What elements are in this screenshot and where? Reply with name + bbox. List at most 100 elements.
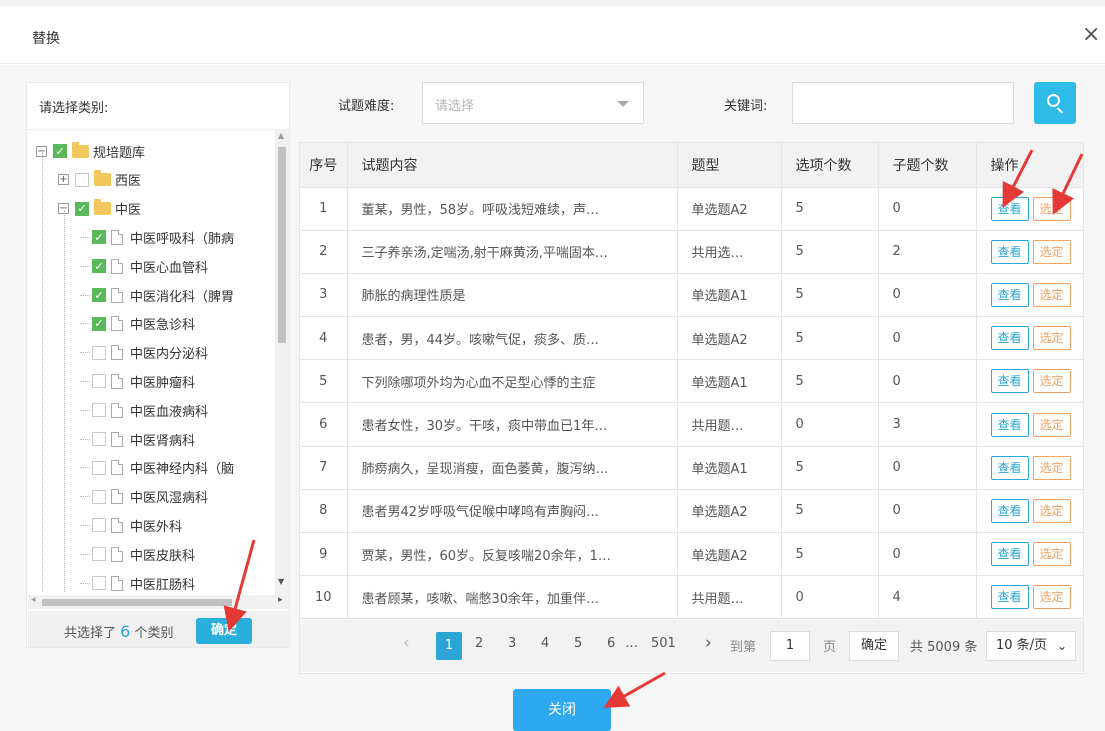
- checkbox[interactable]: [92, 576, 106, 590]
- scroll-right-icon[interactable]: ▸: [278, 595, 283, 605]
- prev-page-icon[interactable]: ‹: [403, 633, 410, 653]
- tree-connector: [80, 496, 90, 498]
- tree-node[interactable]: 中医肛肠科: [80, 572, 195, 594]
- page-5[interactable]: 5: [574, 636, 582, 651]
- checkbox[interactable]: ✓: [92, 259, 106, 274]
- tree-node[interactable]: ✓ 中医消化科（脾胃: [80, 284, 234, 306]
- tree-node[interactable]: − ✓ 中医: [58, 198, 141, 220]
- tree-node-label: 西医: [115, 174, 142, 190]
- checkbox[interactable]: ✓: [53, 144, 67, 158]
- expand-icon[interactable]: +: [58, 174, 69, 186]
- tree-node[interactable]: + 西医: [58, 169, 141, 191]
- tree-node[interactable]: 中医血液病科: [80, 399, 208, 421]
- file-icon: [111, 287, 123, 303]
- category-confirm-button[interactable]: 确定: [196, 618, 252, 644]
- view-button[interactable]: 查看: [990, 326, 1029, 351]
- select-button[interactable]: 选定: [1032, 239, 1071, 264]
- select-button[interactable]: 选定: [1032, 369, 1071, 394]
- view-button[interactable]: 查看: [990, 282, 1029, 307]
- view-button[interactable]: 查看: [990, 196, 1029, 221]
- scroll-up-icon[interactable]: ▲: [278, 131, 284, 140]
- select-button[interactable]: 选定: [1032, 455, 1071, 480]
- checkbox[interactable]: ✓: [75, 201, 89, 216]
- tree-node[interactable]: 中医内分泌科: [80, 342, 208, 364]
- checkbox[interactable]: [92, 518, 106, 533]
- checkbox[interactable]: [75, 172, 89, 187]
- tree-horizontal-scrollbar[interactable]: ◂ ▸: [28, 595, 289, 609]
- pagination-bar: ‹ 1 2 3 4 5 6 … 501 › 到第 1 页 确定 共 5009 条…: [300, 620, 1083, 672]
- checkbox[interactable]: [92, 547, 106, 562]
- page-4[interactable]: 4: [541, 636, 549, 651]
- difficulty-label: 试题难度:: [338, 99, 395, 114]
- page-3[interactable]: 3: [508, 636, 516, 651]
- checkbox[interactable]: ✓: [92, 288, 106, 302]
- checkbox[interactable]: [92, 374, 106, 389]
- table-row: 1 董某，男性，58岁。呼吸浅短难续，声… 单选题A2 5 0 查看 选定: [300, 187, 1084, 231]
- keyword-input[interactable]: [792, 82, 1014, 124]
- view-button[interactable]: 查看: [990, 585, 1029, 610]
- goto-confirm-button[interactable]: 确定: [849, 631, 899, 661]
- tree-node-label: 规培题库: [93, 145, 146, 161]
- goto-page-input[interactable]: 1: [770, 631, 810, 661]
- selection-prefix: 共选择了: [64, 626, 117, 641]
- page-size-select[interactable]: 10 条/页 ⌄: [986, 631, 1076, 661]
- page-1[interactable]: 1: [436, 632, 462, 660]
- checkbox[interactable]: [92, 403, 106, 418]
- tree-node[interactable]: 中医皮肤科: [80, 543, 195, 565]
- cell-content: 肺胀的病理性质是: [347, 273, 678, 318]
- table-row: 9 贾某，男性，60岁。反复咳喘20余年，1… 单选题A2 5 0 查看 选定: [300, 532, 1084, 577]
- scroll-thumb[interactable]: [278, 147, 286, 343]
- selection-summary: 共选择了 6 个类别: [64, 622, 174, 641]
- select-button[interactable]: 选定: [1032, 542, 1071, 567]
- checkbox[interactable]: ✓: [92, 316, 106, 331]
- tree-node[interactable]: 中医肿瘤科: [80, 370, 195, 392]
- tree-connector: [80, 236, 90, 238]
- close-icon[interactable]: ×: [1082, 24, 1100, 46]
- view-button[interactable]: 查看: [990, 412, 1029, 437]
- next-page-icon[interactable]: ›: [705, 633, 712, 653]
- cell-actions: 查看 选定: [976, 230, 1084, 274]
- scroll-thumb-horizontal[interactable]: [42, 599, 232, 606]
- search-button[interactable]: [1034, 82, 1076, 124]
- select-button[interactable]: 选定: [1032, 196, 1071, 221]
- col-header-index: 序号: [300, 143, 348, 188]
- page-6[interactable]: 6: [607, 636, 615, 651]
- tree-vertical-scrollbar[interactable]: ▲ ▼: [275, 129, 289, 595]
- checkbox[interactable]: [92, 489, 106, 504]
- select-button[interactable]: 选定: [1032, 326, 1071, 351]
- checkbox[interactable]: [92, 345, 106, 360]
- checkbox[interactable]: [92, 460, 106, 475]
- tree-node-label: 中医急诊科: [130, 318, 196, 334]
- view-button[interactable]: 查看: [990, 498, 1029, 523]
- scroll-left-icon[interactable]: ◂: [31, 595, 36, 605]
- tree-node[interactable]: 中医风湿病科: [80, 486, 208, 508]
- cell-index: 1: [300, 187, 348, 231]
- select-button[interactable]: 选定: [1032, 282, 1071, 307]
- page-501[interactable]: 501: [651, 636, 676, 651]
- close-button[interactable]: 关闭: [513, 689, 611, 731]
- tree-node[interactable]: 中医神经内科（脑: [80, 457, 234, 479]
- tree-node[interactable]: ✓ 中医呼吸科（肺病: [80, 226, 234, 248]
- select-button[interactable]: 选定: [1032, 585, 1071, 610]
- checkbox[interactable]: [92, 432, 106, 446]
- view-button[interactable]: 查看: [990, 542, 1029, 567]
- checkbox[interactable]: ✓: [92, 230, 106, 245]
- view-button[interactable]: 查看: [990, 239, 1029, 264]
- select-button[interactable]: 选定: [1032, 498, 1071, 523]
- select-button[interactable]: 选定: [1032, 412, 1071, 437]
- replace-dialog: 替换 × 请选择类别: − ✓ 规培题库 + 西医 − ✓ 中医 ✓ 中医呼吸科（肺病 ✓ 中医心血管…: [0, 0, 1105, 731]
- tree-node[interactable]: − ✓ 规培题库: [36, 140, 145, 162]
- difficulty-select[interactable]: 请选择: [422, 82, 644, 124]
- cell-type: 单选题A2: [677, 187, 782, 231]
- page-2[interactable]: 2: [475, 636, 483, 651]
- scroll-down-icon[interactable]: ▼: [278, 577, 284, 586]
- tree-node[interactable]: 中医外科: [80, 514, 182, 536]
- view-button[interactable]: 查看: [990, 455, 1029, 480]
- view-button[interactable]: 查看: [990, 369, 1029, 394]
- cell-index: 10: [300, 575, 348, 620]
- file-icon: [111, 345, 123, 361]
- tree-node[interactable]: ✓ 中医急诊科: [80, 313, 195, 335]
- tree-node[interactable]: ✓ 中医心血管科: [80, 255, 208, 277]
- cell-content: 贾某，男性，60岁。反复咳喘20余年，1…: [347, 532, 678, 577]
- tree-node[interactable]: 中医肾病科: [80, 428, 195, 450]
